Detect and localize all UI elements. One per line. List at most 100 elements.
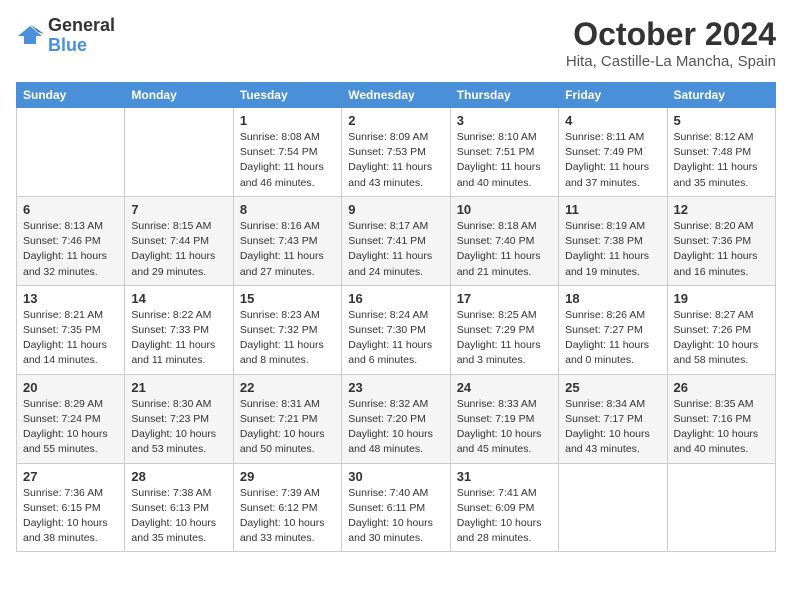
day-info: Sunrise: 7:40 AM Sunset: 6:11 PM Dayligh… — [348, 486, 443, 547]
table-row — [125, 108, 233, 197]
day-number: 31 — [457, 469, 552, 484]
col-sunday: Sunday — [17, 83, 125, 108]
page-header: General Blue October 2024 Hita, Castille… — [16, 16, 776, 70]
table-row — [667, 463, 775, 552]
table-row: 19 Sunrise: 8:27 AM Sunset: 7:26 PM Dayli… — [667, 285, 775, 374]
day-number: 10 — [457, 202, 552, 217]
table-row: 21Sunrise: 8:30 AM Sunset: 7:23 PM Dayli… — [125, 374, 233, 463]
day-number: 24 — [457, 380, 552, 395]
day-number: 13 — [23, 291, 118, 306]
table-row: 29Sunrise: 7:39 AM Sunset: 6:12 PM Dayli… — [233, 463, 341, 552]
day-number: 15 — [240, 291, 335, 306]
table-row: 11Sunrise: 8:19 AM Sunset: 7:38 PM Dayli… — [559, 196, 667, 285]
table-row: 20 Sunrise: 8:29 AM Sunset: 7:24 PM Dayli… — [17, 374, 125, 463]
day-info: Sunrise: 8:29 AM Sunset: 7:24 PM Dayligh… — [23, 397, 118, 458]
day-info: Sunrise: 8:21 AM Sunset: 7:35 PM Dayligh… — [23, 308, 118, 369]
table-row — [559, 463, 667, 552]
day-info: Sunrise: 8:23 AM Sunset: 7:32 PM Dayligh… — [240, 308, 335, 369]
weekday-header-row: Sunday Monday Tuesday Wednesday Thursday… — [17, 83, 776, 108]
day-info: Sunrise: 8:12 AM Sunset: 7:48 PM Dayligh… — [674, 130, 769, 191]
day-info: Sunrise: 8:24 AM Sunset: 7:30 PM Dayligh… — [348, 308, 443, 369]
day-number: 16 — [348, 291, 443, 306]
day-info: Sunrise: 7:41 AM Sunset: 6:09 PM Dayligh… — [457, 486, 552, 547]
day-number: 26 — [674, 380, 769, 395]
day-number: 3 — [457, 113, 552, 128]
table-row: 15 Sunrise: 8:23 AM Sunset: 7:32 PM Dayli… — [233, 285, 341, 374]
day-number: 18 — [565, 291, 660, 306]
table-row: 26 Sunrise: 8:35 AM Sunset: 7:16 PM Dayli… — [667, 374, 775, 463]
table-row: 6Sunrise: 8:13 AM Sunset: 7:46 PM Daylig… — [17, 196, 125, 285]
day-number: 28 — [131, 469, 226, 484]
table-row: 18 Sunrise: 8:26 AM Sunset: 7:27 PM Dayli… — [559, 285, 667, 374]
day-info: Sunrise: 8:10 AM Sunset: 7:51 PM Dayligh… — [457, 130, 552, 191]
table-row: 25Sunrise: 8:34 AM Sunset: 7:17 PM Dayli… — [559, 374, 667, 463]
col-friday: Friday — [559, 83, 667, 108]
day-number: 12 — [674, 202, 769, 217]
day-number: 14 — [131, 291, 226, 306]
table-row: 12 Sunrise: 8:20 AM Sunset: 7:36 PM Dayli… — [667, 196, 775, 285]
col-wednesday: Wednesday — [342, 83, 450, 108]
day-info: Sunrise: 8:35 AM Sunset: 7:16 PM Dayligh… — [674, 397, 769, 458]
table-row: 10 Sunrise: 8:18 AM Sunset: 7:40 PM Dayli… — [450, 196, 558, 285]
day-info: Sunrise: 7:36 AM Sunset: 6:15 PM Dayligh… — [23, 486, 118, 547]
week-row-5: 27 Sunrise: 7:36 AM Sunset: 6:15 PM Dayli… — [17, 463, 776, 552]
table-row: 2Sunrise: 8:09 AM Sunset: 7:53 PM Daylig… — [342, 108, 450, 197]
table-row: 7 Sunrise: 8:15 AM Sunset: 7:44 PM Daylig… — [125, 196, 233, 285]
calendar-table: Sunday Monday Tuesday Wednesday Thursday… — [16, 82, 776, 552]
table-row: 14 Sunrise: 8:22 AM Sunset: 7:33 PM Dayli… — [125, 285, 233, 374]
day-info: Sunrise: 8:32 AM Sunset: 7:20 PM Dayligh… — [348, 397, 443, 458]
day-info: Sunrise: 8:11 AM Sunset: 7:49 PM Dayligh… — [565, 130, 660, 191]
day-number: 19 — [674, 291, 769, 306]
day-info: Sunrise: 8:19 AM Sunset: 7:38 PM Dayligh… — [565, 219, 660, 280]
table-row: 13 Sunrise: 8:21 AM Sunset: 7:35 PM Dayli… — [17, 285, 125, 374]
table-row: 3 Sunrise: 8:10 AM Sunset: 7:51 PM Daylig… — [450, 108, 558, 197]
day-number: 7 — [131, 202, 226, 217]
day-info: Sunrise: 8:33 AM Sunset: 7:19 PM Dayligh… — [457, 397, 552, 458]
day-info: Sunrise: 8:22 AM Sunset: 7:33 PM Dayligh… — [131, 308, 226, 369]
day-number: 17 — [457, 291, 552, 306]
table-row: 23 Sunrise: 8:32 AM Sunset: 7:20 PM Dayli… — [342, 374, 450, 463]
col-tuesday: Tuesday — [233, 83, 341, 108]
day-number: 21 — [131, 380, 226, 395]
day-info: Sunrise: 8:27 AM Sunset: 7:26 PM Dayligh… — [674, 308, 769, 369]
col-thursday: Thursday — [450, 83, 558, 108]
logo-text: General Blue — [48, 16, 115, 56]
table-row: 8 Sunrise: 8:16 AM Sunset: 7:43 PM Daylig… — [233, 196, 341, 285]
day-number: 29 — [240, 469, 335, 484]
month-title: October 2024 — [566, 16, 776, 53]
day-number: 8 — [240, 202, 335, 217]
day-info: Sunrise: 8:26 AM Sunset: 7:27 PM Dayligh… — [565, 308, 660, 369]
day-number: 30 — [348, 469, 443, 484]
table-row: 27 Sunrise: 7:36 AM Sunset: 6:15 PM Dayli… — [17, 463, 125, 552]
week-row-3: 13 Sunrise: 8:21 AM Sunset: 7:35 PM Dayli… — [17, 285, 776, 374]
table-row: 31 Sunrise: 7:41 AM Sunset: 6:09 PM Dayli… — [450, 463, 558, 552]
day-info: Sunrise: 7:38 AM Sunset: 6:13 PM Dayligh… — [131, 486, 226, 547]
day-number: 23 — [348, 380, 443, 395]
day-number: 20 — [23, 380, 118, 395]
col-saturday: Saturday — [667, 83, 775, 108]
day-number: 9 — [348, 202, 443, 217]
day-info: Sunrise: 8:16 AM Sunset: 7:43 PM Dayligh… — [240, 219, 335, 280]
day-info: Sunrise: 8:31 AM Sunset: 7:21 PM Dayligh… — [240, 397, 335, 458]
table-row: 30 Sunrise: 7:40 AM Sunset: 6:11 PM Dayli… — [342, 463, 450, 552]
table-row: 28 Sunrise: 7:38 AM Sunset: 6:13 PM Dayli… — [125, 463, 233, 552]
table-row: 16 Sunrise: 8:24 AM Sunset: 7:30 PM Dayli… — [342, 285, 450, 374]
location-title: Hita, Castille-La Mancha, Spain — [566, 53, 776, 70]
table-row: 9Sunrise: 8:17 AM Sunset: 7:41 PM Daylig… — [342, 196, 450, 285]
day-info: Sunrise: 8:20 AM Sunset: 7:36 PM Dayligh… — [674, 219, 769, 280]
table-row: 5 Sunrise: 8:12 AM Sunset: 7:48 PM Daylig… — [667, 108, 775, 197]
logo-general: General — [48, 15, 115, 35]
day-number: 2 — [348, 113, 443, 128]
table-row: 22Sunrise: 8:31 AM Sunset: 7:21 PM Dayli… — [233, 374, 341, 463]
day-number: 27 — [23, 469, 118, 484]
logo-blue: Blue — [48, 35, 87, 55]
table-row: 17Sunrise: 8:25 AM Sunset: 7:29 PM Dayli… — [450, 285, 558, 374]
logo-icon — [16, 22, 44, 50]
day-info: Sunrise: 8:18 AM Sunset: 7:40 PM Dayligh… — [457, 219, 552, 280]
day-number: 5 — [674, 113, 769, 128]
table-row: 4Sunrise: 8:11 AM Sunset: 7:49 PM Daylig… — [559, 108, 667, 197]
day-number: 1 — [240, 113, 335, 128]
day-number: 25 — [565, 380, 660, 395]
day-number: 6 — [23, 202, 118, 217]
day-info: Sunrise: 8:15 AM Sunset: 7:44 PM Dayligh… — [131, 219, 226, 280]
